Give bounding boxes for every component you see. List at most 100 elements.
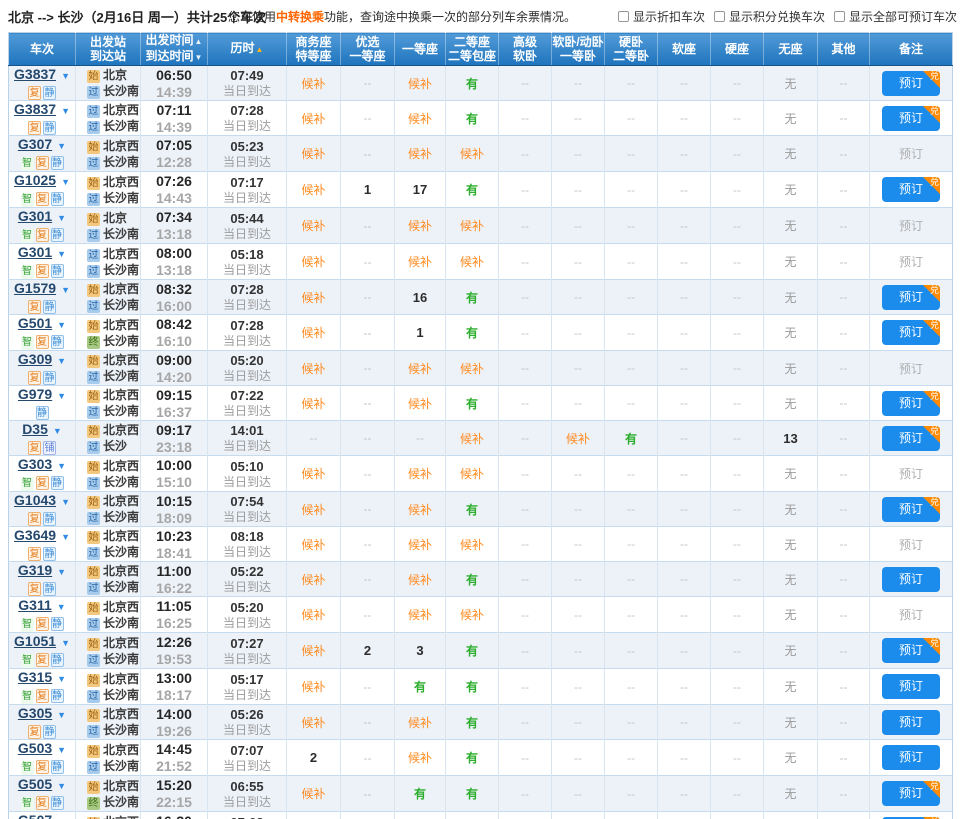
train-number-link[interactable]: G309 (18, 351, 52, 367)
column-header-3[interactable]: 出发时间▲到达时间▼ (141, 33, 208, 66)
chevron-down-icon[interactable]: ▼ (57, 213, 66, 223)
book-disabled-label: 预订 (899, 219, 923, 233)
book-button[interactable]: 预订兑 (882, 285, 940, 310)
book-button[interactable]: 预订 (882, 710, 940, 735)
business-seat-cell: 候补 (287, 492, 341, 527)
chevron-down-icon[interactable]: ▼ (61, 71, 70, 81)
train-number-link[interactable]: G507 (18, 812, 52, 819)
chevron-down-icon[interactable]: ▼ (57, 567, 66, 577)
time-cell: 15:2022:15 (141, 776, 208, 812)
train-number-link[interactable]: G1025 (14, 172, 56, 188)
train-number-link[interactable]: G503 (18, 740, 52, 756)
transfer-link[interactable]: 中转换乘 (276, 10, 324, 24)
checkbox-icon[interactable] (618, 11, 629, 22)
train-number-link[interactable]: G505 (18, 776, 52, 792)
duration-cell: 05:18当日到达 (208, 244, 287, 280)
hard-seat-cell: -- (711, 562, 764, 597)
sort-arrow-down-icon[interactable]: ▼ (195, 53, 203, 62)
hard-sleeper-cell: -- (605, 386, 658, 421)
book-button[interactable]: 预订兑 (882, 497, 940, 522)
soft-seat-cell: -- (658, 527, 711, 562)
chevron-down-icon[interactable]: ▼ (61, 532, 70, 542)
arrival-station: 过长沙南 (76, 262, 140, 278)
chevron-down-icon[interactable]: ▼ (61, 177, 70, 187)
chevron-down-icon[interactable]: ▼ (61, 497, 70, 507)
train-number-link[interactable]: G301 (18, 208, 52, 224)
sort-arrow-up-icon[interactable]: ▲ (195, 37, 203, 46)
train-number-link[interactable]: G1043 (14, 492, 56, 508)
book-button[interactable]: 预订兑 (882, 177, 940, 202)
train-number-link[interactable]: G501 (18, 315, 52, 331)
chevron-down-icon[interactable]: ▼ (61, 285, 70, 295)
train-number-link[interactable]: G3837 (14, 101, 56, 117)
train-number-link[interactable]: G3649 (14, 527, 56, 543)
departure-time: 09:17 (141, 422, 207, 439)
train-number-link[interactable]: G3837 (14, 66, 56, 82)
station-cell: 始北京西终长沙南 (76, 812, 141, 819)
station-name: 北京西 (103, 743, 139, 757)
badge-fuxing: 复 (36, 760, 49, 774)
chevron-down-icon[interactable]: ▼ (53, 426, 62, 436)
premium-soft-sleeper-cell: -- (499, 633, 552, 669)
checkbox-icon[interactable] (834, 11, 845, 22)
preferred-first-seat-cell: 1 (341, 172, 395, 208)
exchange-label: 兑 (930, 638, 939, 648)
train-number-link[interactable]: G301 (18, 244, 52, 260)
train-number-link[interactable]: G305 (18, 705, 52, 721)
chevron-down-icon[interactable]: ▼ (57, 674, 66, 684)
chevron-down-icon[interactable]: ▼ (61, 638, 70, 648)
train-number-link[interactable]: G311 (18, 597, 51, 613)
second-class-seat-cell: 有 (446, 669, 499, 705)
checkbox-icon[interactable] (714, 11, 725, 22)
book-button[interactable]: 预订兑 (882, 638, 940, 663)
filter-checkbox-2[interactable]: 显示积分兑换车次 (714, 8, 825, 25)
book-button[interactable]: 预订兑 (882, 106, 940, 131)
exchange-label: 兑 (930, 177, 939, 187)
chevron-down-icon[interactable]: ▼ (61, 106, 70, 116)
premium-soft-sleeper-cell: -- (499, 208, 552, 244)
train-number-link[interactable]: G303 (18, 456, 52, 472)
preferred-first-seat-cell: -- (341, 280, 395, 315)
train-number-link[interactable]: G979 (18, 386, 52, 402)
column-header-4[interactable]: 历时▲ (208, 33, 287, 66)
chevron-down-icon[interactable]: ▼ (57, 141, 66, 151)
departure-time: 14:00 (141, 706, 207, 723)
chevron-down-icon[interactable]: ▼ (57, 781, 66, 791)
time-cell: 10:2318:41 (141, 527, 208, 562)
start-station-icon: 始 (87, 745, 100, 758)
book-button[interactable]: 预订兑 (882, 426, 940, 451)
duration-value: 07:22 (208, 387, 286, 404)
train-number-link[interactable]: D35 (22, 421, 48, 437)
book-button[interactable]: 预订 (882, 567, 940, 592)
filter-checkbox-1[interactable]: 显示折扣车次 (618, 8, 705, 25)
train-number-link[interactable]: G1051 (14, 633, 56, 649)
train-number-link[interactable]: G315 (18, 669, 52, 685)
chevron-down-icon[interactable]: ▼ (57, 461, 66, 471)
chevron-down-icon[interactable]: ▼ (57, 356, 66, 366)
business-seat-cell: -- (287, 421, 341, 456)
chevron-down-icon[interactable]: ▼ (57, 320, 66, 330)
book-button[interactable]: 预订 (882, 674, 940, 699)
book-button[interactable]: 预订兑 (882, 391, 940, 416)
train-number-link[interactable]: G319 (18, 562, 52, 578)
pass-station-icon: 过 (87, 654, 100, 667)
chevron-down-icon[interactable]: ▼ (57, 249, 66, 259)
filter-checkbox-3[interactable]: 显示全部可预订车次 (834, 8, 957, 25)
chevron-down-icon[interactable]: ▼ (57, 602, 66, 612)
badge-smart: 智 (21, 336, 34, 350)
book-button[interactable]: 预订兑 (882, 320, 940, 345)
station-name: 长沙南 (103, 616, 139, 630)
train-number-link[interactable]: G307 (18, 136, 52, 152)
chevron-down-icon[interactable]: ▼ (57, 745, 66, 755)
chevron-down-icon[interactable]: ▼ (57, 391, 66, 401)
book-button[interactable]: 预订兑 (882, 71, 940, 96)
train-number-link[interactable]: G1579 (14, 280, 56, 296)
header-label: 商务座 (287, 35, 340, 49)
book-button[interactable]: 预订兑 (882, 781, 940, 806)
train-table: 车次出发站到达站出发时间▲到达时间▼历时▲商务座特等座优选一等座一等座二等座二等… (8, 32, 953, 819)
chevron-down-icon[interactable]: ▼ (57, 710, 66, 720)
station-name: 长沙南 (103, 369, 139, 383)
preferred-first-seat-cell: -- (341, 66, 395, 101)
sort-arrow-up-icon[interactable]: ▲ (256, 45, 264, 54)
book-button[interactable]: 预订 (882, 745, 940, 770)
